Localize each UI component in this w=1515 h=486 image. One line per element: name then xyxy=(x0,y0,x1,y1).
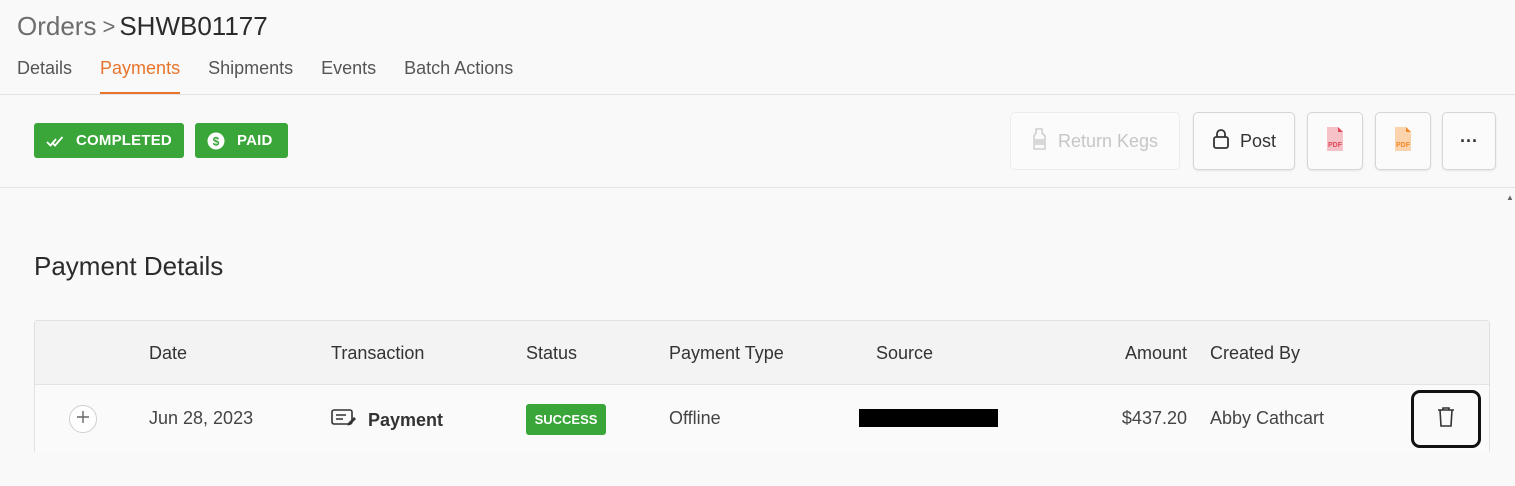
scrollbar-up-arrow[interactable]: ▲ xyxy=(1506,193,1515,207)
section-title: Payment Details xyxy=(34,251,224,281)
pdf-file-icon: PDF xyxy=(1392,126,1414,157)
column-payment-type[interactable]: Payment Type xyxy=(669,343,784,364)
dollar-coin-icon: $ xyxy=(207,132,225,150)
column-status[interactable]: Status xyxy=(526,343,577,364)
row-source-redacted xyxy=(859,409,998,427)
paid-badge-label: PAID xyxy=(237,132,273,149)
row-date: Jun 28, 2023 xyxy=(149,408,254,428)
tab-shipments[interactable]: Shipments xyxy=(208,57,293,94)
row-transaction-label: Payment xyxy=(368,410,444,430)
delete-payment-button[interactable] xyxy=(1411,390,1481,448)
double-check-icon xyxy=(46,134,64,148)
page-header: Orders > SHWB01177 Details Payments Ship… xyxy=(0,0,1515,95)
return-kegs-label: Return Kegs xyxy=(1057,130,1159,151)
breadcrumb: Orders > SHWB01177 xyxy=(17,11,268,42)
column-created-by[interactable]: Created By xyxy=(1210,343,1300,364)
column-amount[interactable]: Amount xyxy=(1125,343,1187,364)
pdf-file-icon: PDF xyxy=(1324,126,1346,157)
column-date[interactable]: Date xyxy=(149,343,187,364)
table-row[interactable]: Jun 28, 2023 Payment SUCCESS Offline $43… xyxy=(35,385,1489,453)
plus-icon xyxy=(76,410,90,429)
paid-status-badge: $ PAID xyxy=(195,123,288,158)
lock-icon xyxy=(1212,128,1230,155)
order-toolbar: COMPLETED $ PAID Return Kegs Post PDF PD… xyxy=(0,96,1515,188)
keg-icon xyxy=(1032,127,1048,155)
svg-text:$: $ xyxy=(213,134,220,148)
tab-batch-actions[interactable]: Batch Actions xyxy=(404,57,513,94)
return-kegs-button[interactable]: Return Kegs xyxy=(1010,112,1180,170)
download-pdf-alt-button[interactable]: PDF xyxy=(1375,112,1431,170)
post-button[interactable]: Post xyxy=(1193,112,1295,170)
payment-note-icon xyxy=(331,408,357,433)
row-transaction: Payment xyxy=(331,408,443,433)
payments-table: Date Transaction Status Payment Type Sou… xyxy=(34,320,1490,453)
pdf-icon-text-alt: PDF xyxy=(1396,142,1411,149)
more-actions-button[interactable]: ··· xyxy=(1442,112,1496,170)
expand-row-button[interactable] xyxy=(69,405,97,433)
completed-badge-label: COMPLETED xyxy=(76,132,172,149)
breadcrumb-orders-link[interactable]: Orders xyxy=(17,11,96,42)
post-label: Post xyxy=(1239,130,1277,151)
pdf-icon-text: PDF xyxy=(1328,142,1343,149)
breadcrumb-separator: > xyxy=(102,13,116,39)
row-payment-type: Offline xyxy=(669,408,721,428)
tab-bar: Details Payments Shipments Events Batch … xyxy=(17,57,513,94)
tab-events[interactable]: Events xyxy=(321,57,376,94)
column-transaction[interactable]: Transaction xyxy=(331,343,424,364)
status-badge: SUCCESS xyxy=(526,404,606,435)
row-amount: $437.20 xyxy=(1121,408,1187,428)
table-header: Date Transaction Status Payment Type Sou… xyxy=(35,321,1489,385)
page-title: SHWB01177 xyxy=(119,11,268,41)
trash-icon xyxy=(1437,406,1455,433)
row-created-by: Abby Cathcart xyxy=(1210,408,1325,428)
tab-details[interactable]: Details xyxy=(17,57,72,94)
tab-payments[interactable]: Payments xyxy=(100,57,181,94)
completed-status-badge: COMPLETED xyxy=(34,123,184,158)
download-pdf-button[interactable]: PDF xyxy=(1307,112,1363,170)
column-source[interactable]: Source xyxy=(876,343,933,364)
